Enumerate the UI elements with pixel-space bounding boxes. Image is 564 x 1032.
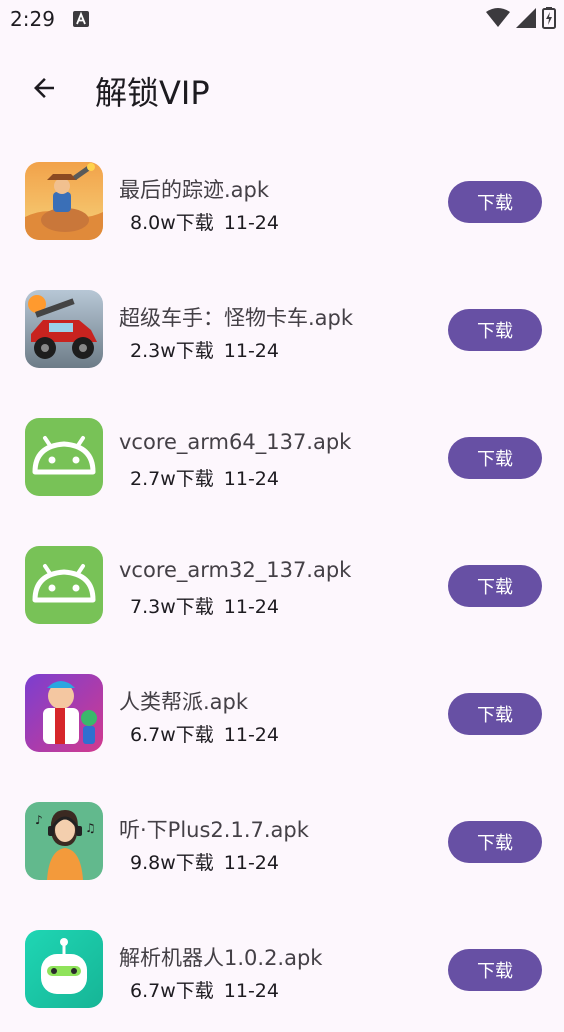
download-button[interactable]: 下载 [448, 565, 542, 607]
app-name: vcore_arm64_137.apk [119, 430, 352, 454]
monster-truck-game-icon [25, 290, 103, 368]
upload-date: 11-24 [223, 468, 279, 490]
download-count: 8.0w下载 [130, 212, 214, 234]
download-button[interactable]: 下载 [448, 437, 542, 479]
page-title: 解锁VIP [95, 74, 210, 112]
upload-date: 11-24 [223, 852, 279, 874]
download-count: 7.3w下载 [130, 596, 214, 618]
list-item[interactable]: 解析机器人1.0.2.apk 6.7w下载 11-24 下载 [0, 904, 564, 1032]
music-girl-icon: ♪ ♫ [25, 802, 103, 880]
notification-a-icon [73, 11, 89, 27]
battery-charging-icon [542, 7, 556, 33]
download-button[interactable]: 下载 [448, 309, 542, 351]
gang-game-icon [25, 674, 103, 752]
app-name: vcore_arm32_137.apk [119, 558, 352, 582]
app-meta: 2.7w下载 11-24 [130, 464, 289, 491]
upload-date: 11-24 [223, 340, 279, 362]
app-meta: 9.8w下载 11-24 [130, 848, 289, 875]
signal-icon [516, 8, 536, 32]
app-meta: 7.3w下载 11-24 [130, 592, 289, 619]
app-name: 超级车手：怪物卡车.apk [119, 306, 354, 330]
list-item[interactable]: 超级车手：怪物卡车.apk 2.3w下载 11-24 下载 [0, 264, 564, 392]
app-meta: 6.7w下载 11-24 [130, 976, 289, 1003]
status-time: 2:29 [10, 7, 55, 31]
upload-date: 11-24 [223, 724, 279, 746]
android-icon [25, 546, 103, 624]
download-button[interactable]: 下载 [448, 181, 542, 223]
app-meta: 6.7w下载 11-24 [130, 720, 289, 747]
download-button[interactable]: 下载 [448, 821, 542, 863]
svg-text:♫: ♫ [85, 821, 96, 835]
upload-date: 11-24 [223, 596, 279, 618]
arrow-back-icon[interactable] [20, 66, 68, 110]
upload-date: 11-24 [223, 212, 279, 234]
list-item[interactable]: ♪ ♫ 听·下Plus2.1.7.apk 9.8w下载 11-24 下载 [0, 776, 564, 904]
list-item[interactable]: vcore_arm32_137.apk 7.3w下载 11-24 下载 [0, 520, 564, 648]
top-app-bar: 解锁VIP [0, 40, 564, 136]
app-name: 解析机器人1.0.2.apk [119, 946, 323, 970]
download-count: 6.7w下载 [130, 980, 214, 1002]
android-icon [25, 418, 103, 496]
cowboy-game-icon [25, 162, 103, 240]
app-meta: 2.3w下载 11-24 [130, 336, 289, 363]
app-name: 人类帮派.apk [119, 690, 249, 714]
list-item[interactable]: 人类帮派.apk 6.7w下载 11-24 下载 [0, 648, 564, 776]
app-meta: 8.0w下载 11-24 [130, 208, 289, 235]
svg-text:♪: ♪ [35, 813, 43, 827]
download-button[interactable]: 下载 [448, 693, 542, 735]
download-count: 6.7w下载 [130, 724, 214, 746]
download-count: 2.7w下载 [130, 468, 214, 490]
upload-date: 11-24 [223, 980, 279, 1002]
download-button[interactable]: 下载 [448, 949, 542, 991]
system-icons [486, 7, 556, 33]
robot-icon [25, 930, 103, 1008]
list-item[interactable]: vcore_arm64_137.apk 2.7w下载 11-24 下载 [0, 392, 564, 520]
status-bar: 2:29 [0, 0, 564, 40]
app-name: 听·下Plus2.1.7.apk [119, 818, 309, 842]
list-item[interactable]: 最后的踪迹.apk 8.0w下载 11-24 下载 [0, 136, 564, 264]
wifi-icon [486, 8, 510, 32]
download-count: 9.8w下载 [130, 852, 214, 874]
download-count: 2.3w下载 [130, 340, 214, 362]
app-name: 最后的踪迹.apk [119, 178, 270, 202]
